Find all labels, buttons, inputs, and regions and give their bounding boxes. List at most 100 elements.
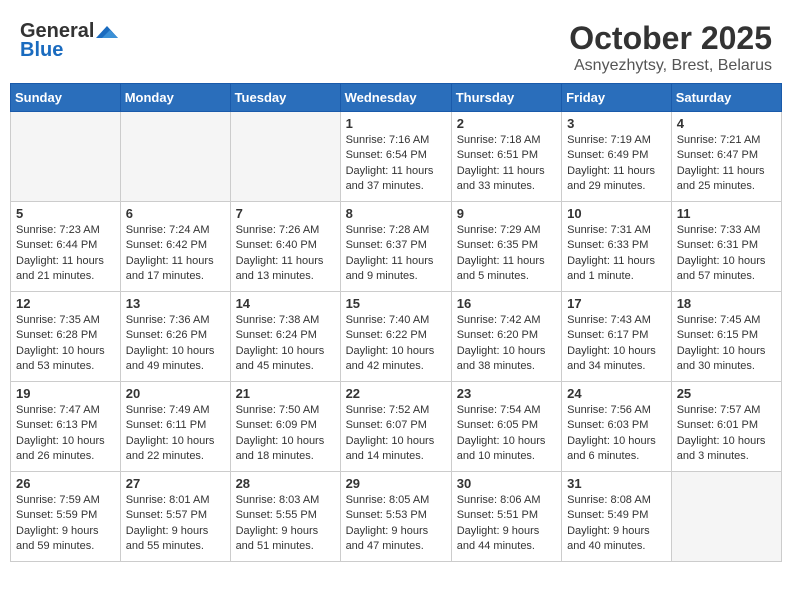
calendar-cell-21: 21 Sunrise: 7:50 AMSunset: 6:09 PMDaylig… [230, 382, 340, 472]
day-info: Sunrise: 7:29 AMSunset: 6:35 PMDaylight:… [457, 223, 556, 285]
day-info: Sunrise: 7:54 AMSunset: 6:05 PMDaylight:… [457, 403, 556, 465]
logo: General Blue [20, 20, 118, 62]
week-row-3: 12 Sunrise: 7:35 AMSunset: 6:28 PMDaylig… [11, 292, 782, 382]
day-info: Sunrise: 8:05 AMSunset: 5:53 PMDaylight:… [346, 493, 446, 555]
day-number: 18 [677, 296, 776, 311]
day-number: 5 [16, 206, 115, 221]
calendar-cell-26: 26 Sunrise: 7:59 AMSunset: 5:59 PMDaylig… [11, 472, 121, 562]
day-info: Sunrise: 8:01 AMSunset: 5:57 PMDaylight:… [126, 493, 225, 555]
day-number: 16 [457, 296, 556, 311]
day-info: Sunrise: 7:19 AMSunset: 6:49 PMDaylight:… [567, 133, 666, 195]
weekday-header-tuesday: Tuesday [230, 84, 340, 112]
calendar-cell-15: 15 Sunrise: 7:40 AMSunset: 6:22 PMDaylig… [340, 292, 451, 382]
day-info: Sunrise: 7:21 AMSunset: 6:47 PMDaylight:… [677, 133, 776, 195]
day-info: Sunrise: 7:40 AMSunset: 6:22 PMDaylight:… [346, 313, 446, 375]
day-number: 31 [567, 476, 666, 491]
day-number: 19 [16, 386, 115, 401]
calendar-cell-2: 2 Sunrise: 7:18 AMSunset: 6:51 PMDayligh… [451, 112, 561, 202]
weekday-header-wednesday: Wednesday [340, 84, 451, 112]
day-info: Sunrise: 8:08 AMSunset: 5:49 PMDaylight:… [567, 493, 666, 555]
weekday-header-thursday: Thursday [451, 84, 561, 112]
day-number: 3 [567, 116, 666, 131]
day-info: Sunrise: 7:26 AMSunset: 6:40 PMDaylight:… [236, 223, 335, 285]
calendar-cell-5: 5 Sunrise: 7:23 AMSunset: 6:44 PMDayligh… [11, 202, 121, 292]
day-number: 24 [567, 386, 666, 401]
week-row-5: 26 Sunrise: 7:59 AMSunset: 5:59 PMDaylig… [11, 472, 782, 562]
day-number: 21 [236, 386, 335, 401]
calendar-cell-28: 28 Sunrise: 8:03 AMSunset: 5:55 PMDaylig… [230, 472, 340, 562]
day-info: Sunrise: 7:43 AMSunset: 6:17 PMDaylight:… [567, 313, 666, 375]
calendar-table: SundayMondayTuesdayWednesdayThursdayFrid… [10, 83, 782, 562]
weekday-header-monday: Monday [120, 84, 230, 112]
calendar-cell-11: 11 Sunrise: 7:33 AMSunset: 6:31 PMDaylig… [671, 202, 781, 292]
day-number: 11 [677, 206, 776, 221]
logo-blue-text: Blue [20, 39, 63, 62]
day-info: Sunrise: 7:23 AMSunset: 6:44 PMDaylight:… [16, 223, 115, 285]
location-title: Asnyezhytsy, Brest, Belarus [569, 57, 772, 75]
day-info: Sunrise: 7:47 AMSunset: 6:13 PMDaylight:… [16, 403, 115, 465]
day-number: 2 [457, 116, 556, 131]
day-number: 15 [346, 296, 446, 311]
day-info: Sunrise: 8:06 AMSunset: 5:51 PMDaylight:… [457, 493, 556, 555]
day-number: 25 [677, 386, 776, 401]
day-number: 10 [567, 206, 666, 221]
day-number: 7 [236, 206, 335, 221]
calendar-cell-8: 8 Sunrise: 7:28 AMSunset: 6:37 PMDayligh… [340, 202, 451, 292]
calendar-cell-13: 13 Sunrise: 7:36 AMSunset: 6:26 PMDaylig… [120, 292, 230, 382]
week-row-4: 19 Sunrise: 7:47 AMSunset: 6:13 PMDaylig… [11, 382, 782, 472]
calendar-cell-31: 31 Sunrise: 8:08 AMSunset: 5:49 PMDaylig… [562, 472, 672, 562]
weekday-header-saturday: Saturday [671, 84, 781, 112]
calendar-cell-19: 19 Sunrise: 7:47 AMSunset: 6:13 PMDaylig… [11, 382, 121, 472]
day-info: Sunrise: 7:33 AMSunset: 6:31 PMDaylight:… [677, 223, 776, 285]
day-info: Sunrise: 7:57 AMSunset: 6:01 PMDaylight:… [677, 403, 776, 465]
day-info: Sunrise: 7:28 AMSunset: 6:37 PMDaylight:… [346, 223, 446, 285]
day-info: Sunrise: 7:49 AMSunset: 6:11 PMDaylight:… [126, 403, 225, 465]
day-info: Sunrise: 7:45 AMSunset: 6:15 PMDaylight:… [677, 313, 776, 375]
calendar-cell-16: 16 Sunrise: 7:42 AMSunset: 6:20 PMDaylig… [451, 292, 561, 382]
calendar-cell-23: 23 Sunrise: 7:54 AMSunset: 6:05 PMDaylig… [451, 382, 561, 472]
calendar-cell-empty [11, 112, 121, 202]
week-row-1: 1 Sunrise: 7:16 AMSunset: 6:54 PMDayligh… [11, 112, 782, 202]
calendar-cell-6: 6 Sunrise: 7:24 AMSunset: 6:42 PMDayligh… [120, 202, 230, 292]
calendar-cell-14: 14 Sunrise: 7:38 AMSunset: 6:24 PMDaylig… [230, 292, 340, 382]
day-number: 20 [126, 386, 225, 401]
calendar-cell-9: 9 Sunrise: 7:29 AMSunset: 6:35 PMDayligh… [451, 202, 561, 292]
calendar-cell-30: 30 Sunrise: 8:06 AMSunset: 5:51 PMDaylig… [451, 472, 561, 562]
day-info: Sunrise: 7:36 AMSunset: 6:26 PMDaylight:… [126, 313, 225, 375]
day-number: 6 [126, 206, 225, 221]
weekday-header-sunday: Sunday [11, 84, 121, 112]
day-number: 17 [567, 296, 666, 311]
calendar-cell-empty [671, 472, 781, 562]
day-info: Sunrise: 7:52 AMSunset: 6:07 PMDaylight:… [346, 403, 446, 465]
calendar-cell-empty [120, 112, 230, 202]
day-number: 13 [126, 296, 225, 311]
day-info: Sunrise: 7:38 AMSunset: 6:24 PMDaylight:… [236, 313, 335, 375]
calendar-cell-22: 22 Sunrise: 7:52 AMSunset: 6:07 PMDaylig… [340, 382, 451, 472]
week-row-2: 5 Sunrise: 7:23 AMSunset: 6:44 PMDayligh… [11, 202, 782, 292]
day-info: Sunrise: 7:59 AMSunset: 5:59 PMDaylight:… [16, 493, 115, 555]
day-number: 22 [346, 386, 446, 401]
calendar-cell-empty [230, 112, 340, 202]
day-info: Sunrise: 7:16 AMSunset: 6:54 PMDaylight:… [346, 133, 446, 195]
day-info: Sunrise: 7:50 AMSunset: 6:09 PMDaylight:… [236, 403, 335, 465]
calendar-cell-4: 4 Sunrise: 7:21 AMSunset: 6:47 PMDayligh… [671, 112, 781, 202]
day-number: 26 [16, 476, 115, 491]
calendar-cell-1: 1 Sunrise: 7:16 AMSunset: 6:54 PMDayligh… [340, 112, 451, 202]
day-number: 29 [346, 476, 446, 491]
day-number: 27 [126, 476, 225, 491]
calendar-cell-12: 12 Sunrise: 7:35 AMSunset: 6:28 PMDaylig… [11, 292, 121, 382]
calendar-cell-20: 20 Sunrise: 7:49 AMSunset: 6:11 PMDaylig… [120, 382, 230, 472]
day-number: 12 [16, 296, 115, 311]
day-info: Sunrise: 8:03 AMSunset: 5:55 PMDaylight:… [236, 493, 335, 555]
weekday-header-friday: Friday [562, 84, 672, 112]
calendar-cell-3: 3 Sunrise: 7:19 AMSunset: 6:49 PMDayligh… [562, 112, 672, 202]
day-info: Sunrise: 7:31 AMSunset: 6:33 PMDaylight:… [567, 223, 666, 285]
month-title: October 2025 [569, 20, 772, 57]
day-number: 9 [457, 206, 556, 221]
calendar-cell-7: 7 Sunrise: 7:26 AMSunset: 6:40 PMDayligh… [230, 202, 340, 292]
calendar-cell-24: 24 Sunrise: 7:56 AMSunset: 6:03 PMDaylig… [562, 382, 672, 472]
weekday-header-row: SundayMondayTuesdayWednesdayThursdayFrid… [11, 84, 782, 112]
page-header: General Blue October 2025 Asnyezhytsy, B… [10, 10, 782, 83]
title-block: October 2025 Asnyezhytsy, Brest, Belarus [569, 20, 772, 75]
day-number: 30 [457, 476, 556, 491]
